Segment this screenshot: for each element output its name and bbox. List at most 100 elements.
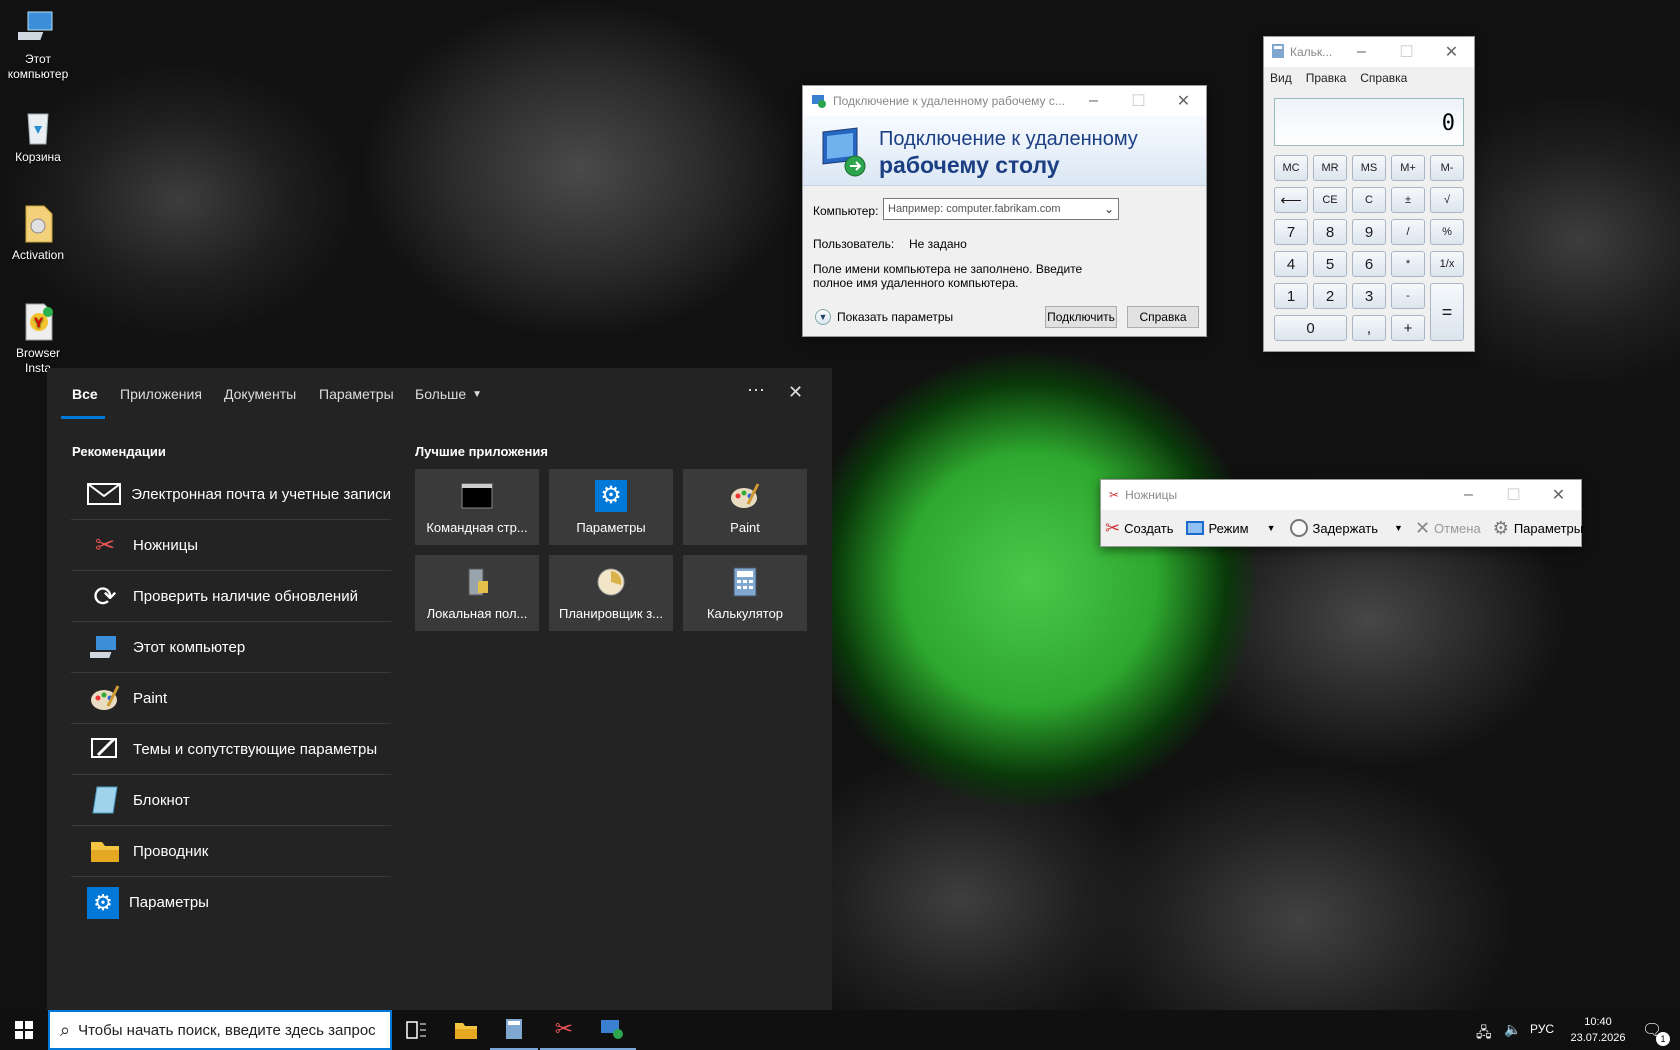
desktop-icon-this-pc[interactable]: Этот компьютер: [4, 8, 72, 82]
list-item[interactable]: Этот компьютер: [71, 622, 391, 673]
show-options-toggle[interactable]: ▼ Показать параметры: [815, 309, 953, 325]
plus-minus-button[interactable]: ±: [1391, 187, 1425, 213]
digit-5-button[interactable]: 5: [1313, 251, 1347, 277]
help-button[interactable]: Справка: [1127, 306, 1199, 328]
percent-button[interactable]: %: [1430, 219, 1464, 245]
new-snip-button[interactable]: ✂ Создать: [1105, 518, 1174, 539]
taskbar-search-box[interactable]: ⌕ Чтобы начать поиск, введите здесь запр…: [48, 1010, 392, 1050]
digit-8-button[interactable]: 8: [1313, 219, 1347, 245]
digit-6-button[interactable]: 6: [1352, 251, 1386, 277]
volume-icon[interactable]: 🔈: [1504, 1021, 1521, 1038]
mr-button[interactable]: MR: [1313, 155, 1347, 181]
snipping-titlebar[interactable]: ✂ Ножницы – ☐ ✕: [1101, 480, 1581, 510]
delay-button[interactable]: Задержать ▼: [1289, 519, 1403, 537]
options-button[interactable]: ⚙ Параметры: [1493, 518, 1583, 539]
taskbar-explorer[interactable]: [442, 1010, 490, 1050]
taskbar-calculator[interactable]: [490, 1010, 538, 1050]
top-app-tile[interactable]: Paint: [683, 469, 807, 545]
equals-button[interactable]: =: [1430, 283, 1464, 341]
network-icon[interactable]: 🖧: [1476, 1022, 1492, 1046]
minimize-button[interactable]: –: [1446, 480, 1491, 510]
calculator-titlebar[interactable]: Кальк... – ☐ ✕: [1264, 37, 1474, 67]
tab-settings[interactable]: Параметры: [319, 386, 394, 402]
close-icon[interactable]: ✕: [788, 382, 803, 403]
list-item[interactable]: ⟳ Проверить наличие обновлений: [71, 571, 391, 622]
digit-7-button[interactable]: 7: [1274, 219, 1308, 245]
calculator-icon: [506, 1019, 522, 1039]
language-indicator[interactable]: РУС: [1530, 1022, 1554, 1036]
c-button[interactable]: C: [1352, 187, 1386, 213]
minus-button[interactable]: -: [1391, 283, 1425, 309]
backspace-button[interactable]: ⟵: [1274, 187, 1308, 213]
clock[interactable]: 10:40 23.07.2026: [1566, 1014, 1630, 1046]
top-app-tile[interactable]: Локальная пол...: [415, 555, 539, 631]
mode-button[interactable]: Режим ▼: [1185, 521, 1276, 536]
m-plus-button[interactable]: M+: [1391, 155, 1425, 181]
top-app-tile[interactable]: Калькулятор: [683, 555, 807, 631]
minimize-button[interactable]: –: [1339, 37, 1384, 67]
reciprocal-button[interactable]: 1/x: [1430, 251, 1464, 277]
tab-apps[interactable]: Приложения: [120, 386, 202, 402]
desktop-icon-recycle-bin[interactable]: Корзина: [4, 106, 72, 165]
list-item[interactable]: Проводник: [71, 826, 391, 877]
taskbar-snipping-tool[interactable]: ✂: [540, 1010, 588, 1050]
mc-button[interactable]: MC: [1274, 155, 1308, 181]
chevron-down-icon[interactable]: ▼: [1267, 523, 1276, 533]
list-item[interactable]: Электронная почта и учетные записи: [71, 469, 391, 520]
list-item[interactable]: ⚙ Параметры: [71, 877, 391, 928]
multiply-button[interactable]: *: [1391, 251, 1425, 277]
digit-4-button[interactable]: 4: [1274, 251, 1308, 277]
task-view-button[interactable]: [392, 1010, 440, 1050]
desktop-icon-activation[interactable]: Activation: [4, 204, 72, 263]
list-item[interactable]: Темы и сопутствующие параметры: [71, 724, 391, 775]
maximize-button[interactable]: ☐: [1384, 37, 1429, 67]
connect-button[interactable]: Подключить: [1045, 306, 1117, 328]
close-button[interactable]: ✕: [1536, 480, 1581, 510]
rdp-titlebar[interactable]: Подключение к удаленному рабочему с... –…: [803, 86, 1206, 116]
ce-button[interactable]: CE: [1313, 187, 1347, 213]
minimize-button[interactable]: –: [1071, 86, 1116, 116]
maximize-button[interactable]: ☐: [1491, 480, 1536, 510]
cancel-button[interactable]: ✕ Отмена: [1415, 518, 1481, 539]
computer-combobox[interactable]: Например: computer.fabrikam.com ⌄: [883, 198, 1119, 220]
task-view-icon: [406, 1021, 426, 1039]
close-button[interactable]: ✕: [1161, 86, 1206, 116]
menu-view[interactable]: Вид: [1270, 71, 1292, 85]
sqrt-button[interactable]: √: [1430, 187, 1464, 213]
user-label: Пользователь:: [813, 237, 895, 251]
top-app-label: Paint: [730, 519, 760, 535]
snipping-tool-icon: ✂: [554, 1016, 574, 1041]
ms-button[interactable]: MS: [1352, 155, 1386, 181]
tab-documents[interactable]: Документы: [224, 386, 296, 402]
list-item[interactable]: Paint: [71, 673, 391, 724]
more-options-icon[interactable]: ⋯: [747, 380, 765, 401]
list-item[interactable]: ✂ Ножницы: [71, 520, 391, 571]
maximize-button[interactable]: ☐: [1116, 86, 1161, 116]
tab-all[interactable]: Все: [72, 386, 98, 402]
digit-9-button[interactable]: 9: [1352, 219, 1386, 245]
start-button[interactable]: [0, 1010, 48, 1050]
digit-3-button[interactable]: 3: [1352, 283, 1386, 309]
digit-2-button[interactable]: 2: [1313, 283, 1347, 309]
divide-button[interactable]: /: [1391, 219, 1425, 245]
desktop-icon-browser[interactable]: Y Browser Insta: [4, 302, 72, 376]
list-item[interactable]: Блокнот: [71, 775, 391, 826]
taskbar-rdp[interactable]: [588, 1010, 636, 1050]
close-button[interactable]: ✕: [1429, 37, 1474, 67]
digit-0-button[interactable]: 0: [1274, 315, 1347, 341]
plus-button[interactable]: +: [1391, 315, 1425, 341]
menu-help[interactable]: Справка: [1360, 71, 1407, 85]
menu-edit[interactable]: Правка: [1306, 71, 1347, 85]
top-app-tile[interactable]: ⚙ Параметры: [549, 469, 673, 545]
digit-1-button[interactable]: 1: [1274, 283, 1308, 309]
search-input[interactable]: Чтобы начать поиск, введите здесь запрос: [78, 1022, 376, 1039]
desktop-icon-label: Этот компьютер: [7, 52, 69, 81]
decimal-button[interactable]: ,: [1352, 315, 1386, 341]
chevron-down-icon[interactable]: ⌄: [1100, 202, 1118, 216]
top-app-tile[interactable]: Планировщик з...: [549, 555, 673, 631]
chevron-down-icon[interactable]: ▼: [1394, 523, 1403, 533]
top-app-tile[interactable]: Командная стр...: [415, 469, 539, 545]
computer-input[interactable]: Например: computer.fabrikam.com: [884, 203, 1100, 215]
tab-more[interactable]: Больше ▼: [415, 386, 482, 402]
m-minus-button[interactable]: M-: [1430, 155, 1464, 181]
